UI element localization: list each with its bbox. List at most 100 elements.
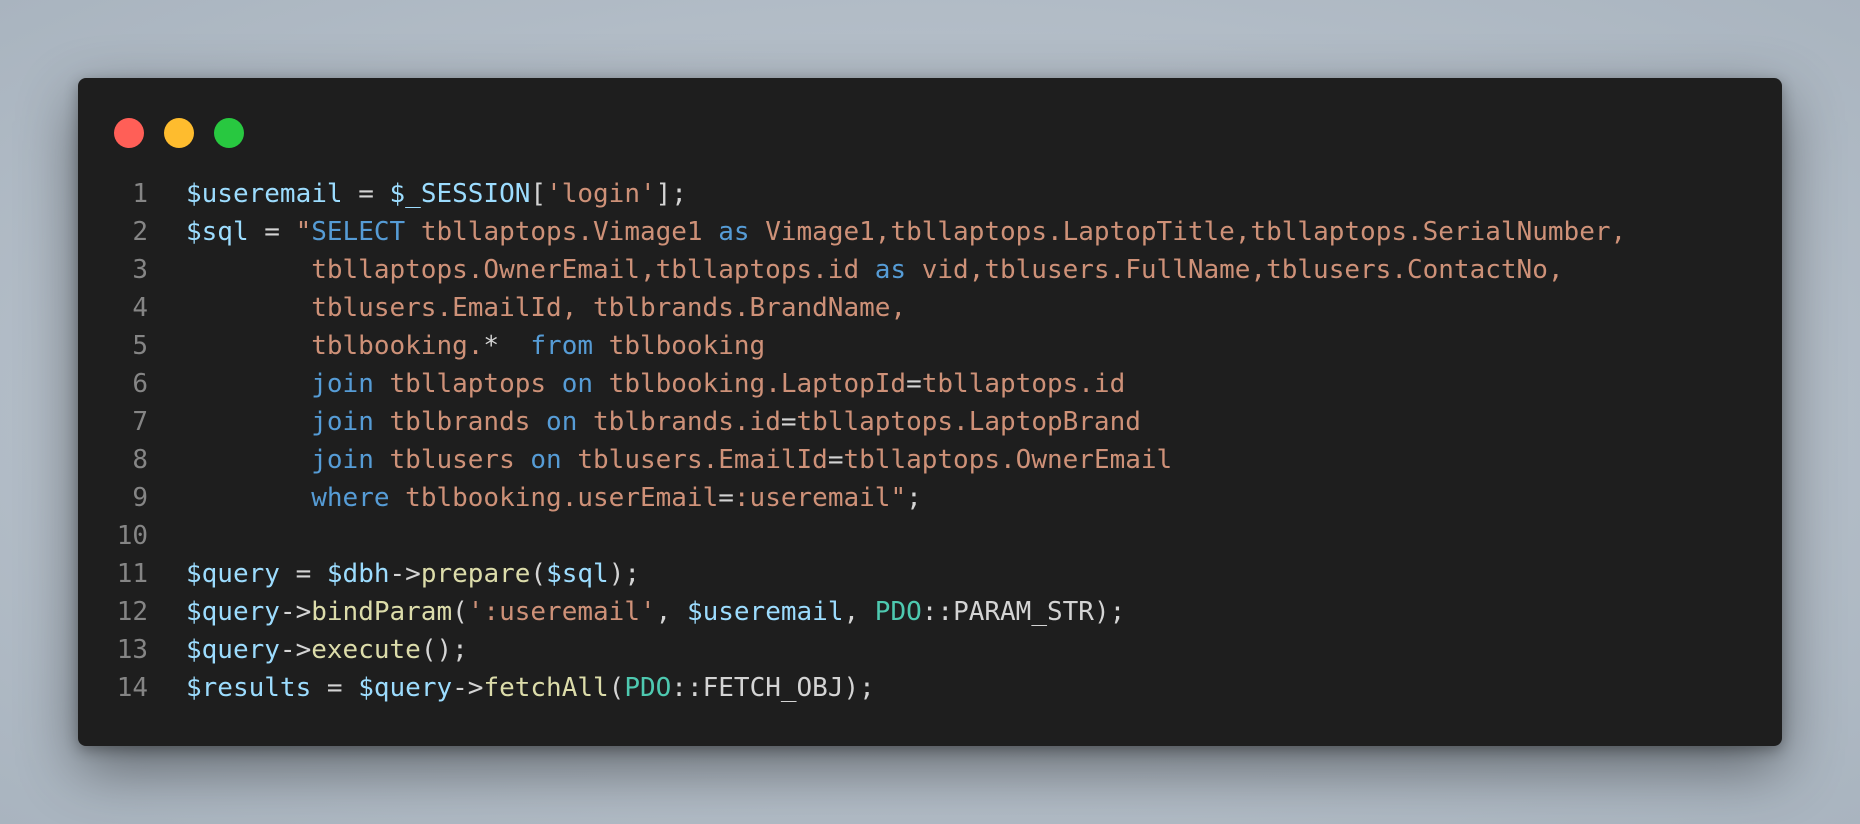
- line-code: where tblbooking.userEmail=:useremail";: [148, 479, 922, 517]
- code-token: tbllaptops.OwnerEmail,tbllaptops.id: [186, 255, 875, 285]
- line-code: $results = $query->fetchAll(PDO::FETCH_O…: [148, 669, 875, 707]
- code-token: tblusers.EmailId, tblbrands.BrandName,: [186, 293, 907, 323]
- code-line: 12 $query->bindParam(':useremail', $usere…: [78, 593, 1782, 631]
- code-token: tblbrands.id: [577, 407, 781, 437]
- code-line: 14 $results = $query->fetchAll(PDO::FETCH…: [78, 669, 1782, 707]
- code-token: $query: [186, 635, 280, 665]
- code-token: tblbooking.userEmail: [389, 483, 719, 513]
- code-token: ": [295, 217, 312, 247]
- code-line: 2 $sql = "SELECT tbllaptops.Vimage1 as Vi…: [78, 213, 1782, 251]
- code-token: tblusers.EmailId: [561, 445, 828, 475]
- code-token: (: [608, 673, 625, 703]
- code-token: (: [530, 559, 547, 589]
- line-code: join tbllaptops on tblbooking.LaptopId=t…: [148, 365, 1125, 403]
- line-number: 8: [132, 445, 148, 475]
- minimize-dot[interactable]: [164, 118, 194, 148]
- line-number: 11: [116, 559, 148, 589]
- code-token: PDO: [874, 597, 922, 627]
- code-token: ':useremail': [467, 597, 656, 627]
- code-token: execute: [311, 635, 421, 665]
- code-line: 7 join tblbrands on tblbrands.id=tbllapt…: [78, 403, 1782, 441]
- line-code: $useremail = $_SESSION['login'];: [148, 175, 687, 213]
- code-token: tbllaptops.OwnerEmail: [843, 445, 1173, 475]
- code-token: tbllaptops.LaptopBrand: [796, 407, 1141, 437]
- code-token: :useremail": [733, 483, 907, 513]
- code-token: $query: [358, 673, 453, 703]
- code-token: =: [342, 179, 390, 209]
- code-token: ->: [452, 673, 484, 703]
- maximize-dot[interactable]: [214, 118, 244, 148]
- code-token: prepare: [420, 559, 531, 589]
- code-token: tblbooking.: [186, 331, 484, 361]
- line-code: $sql = "SELECT tbllaptops.Vimage1 as Vim…: [148, 213, 1626, 251]
- code-token: $useremail: [186, 179, 343, 209]
- code-token: on: [561, 369, 594, 399]
- code-line: 8 join tblusers on tblusers.EmailId=tbll…: [78, 441, 1782, 479]
- line-number: 5: [132, 331, 148, 361]
- line-number: 3: [132, 255, 148, 285]
- code-token: =: [248, 217, 296, 247]
- code-token: ::PARAM_STR);: [921, 597, 1126, 627]
- code-token: $sql: [546, 559, 609, 589]
- code-token: =: [780, 407, 797, 437]
- code-token: ,: [655, 597, 687, 627]
- code-token: ->: [279, 597, 312, 627]
- line-code: join tblbrands on tblbrands.id=tbllaptop…: [148, 403, 1141, 441]
- line-number: 6: [132, 369, 148, 399]
- line-number: 12: [116, 597, 148, 627]
- code-token: join: [311, 445, 374, 475]
- line-number: 4: [132, 293, 148, 323]
- line-number: 13: [116, 635, 148, 665]
- code-token: fetchAll: [483, 673, 609, 703]
- code-line: 6 join tbllaptops on tblbooking.LaptopId…: [78, 365, 1782, 403]
- code-token: *: [483, 331, 500, 361]
- code-token: PDO: [624, 673, 672, 703]
- code-token: on: [530, 445, 562, 475]
- code-token: );: [608, 559, 640, 589]
- code-token: ();: [420, 635, 468, 665]
- code-token: where: [311, 483, 390, 513]
- code-token: tbllaptops.id: [921, 369, 1126, 399]
- code-token: 'login': [546, 179, 656, 209]
- close-dot[interactable]: [114, 118, 144, 148]
- code-token: =: [718, 483, 734, 513]
- line-code: join tblusers on tblusers.EmailId=tbllap…: [148, 441, 1172, 479]
- code-token: =: [906, 369, 922, 399]
- code-token: $query: [186, 559, 280, 589]
- code-token: tblusers: [373, 445, 531, 475]
- line-code: tblbooking.* from tblbooking: [148, 327, 765, 365]
- window-controls: [114, 118, 244, 148]
- code-token: tbllaptops.Vimage1: [405, 217, 719, 247]
- code-token: ;: [906, 483, 922, 513]
- code-token: tbllaptops: [373, 369, 562, 399]
- line-number: 14: [116, 673, 148, 703]
- code-token: =: [279, 559, 327, 589]
- line-number: 10: [116, 521, 148, 551]
- code-token: bindParam: [311, 597, 453, 627]
- code-token: as: [718, 217, 750, 247]
- code-token: =: [827, 445, 844, 475]
- line-code: $query = $dbh->prepare($sql);: [148, 555, 640, 593]
- line-code: $query->execute();: [148, 631, 468, 669]
- code-token: ::FETCH_OBJ);: [671, 673, 875, 703]
- line-number: 2: [132, 217, 148, 247]
- code-token: as: [874, 255, 907, 285]
- code-token: $query: [186, 597, 280, 627]
- code-token: $sql: [186, 217, 249, 247]
- code-token: ];: [655, 179, 687, 209]
- code-token: SELECT: [311, 217, 406, 247]
- code-token: join: [311, 369, 374, 399]
- line-number: 1: [132, 179, 148, 209]
- line-code: tbllaptops.OwnerEmail,tbllaptops.id as v…: [148, 251, 1563, 289]
- code-line: 10: [78, 517, 1782, 555]
- code-token: (: [452, 597, 468, 627]
- code-block: 1 $useremail = $_SESSION['login']; 2 $sql =…: [78, 175, 1782, 707]
- code-token: on: [546, 407, 578, 437]
- line-number: 9: [132, 483, 148, 513]
- code-line: 13 $query->execute();: [78, 631, 1782, 669]
- code-token: $useremail: [686, 597, 844, 627]
